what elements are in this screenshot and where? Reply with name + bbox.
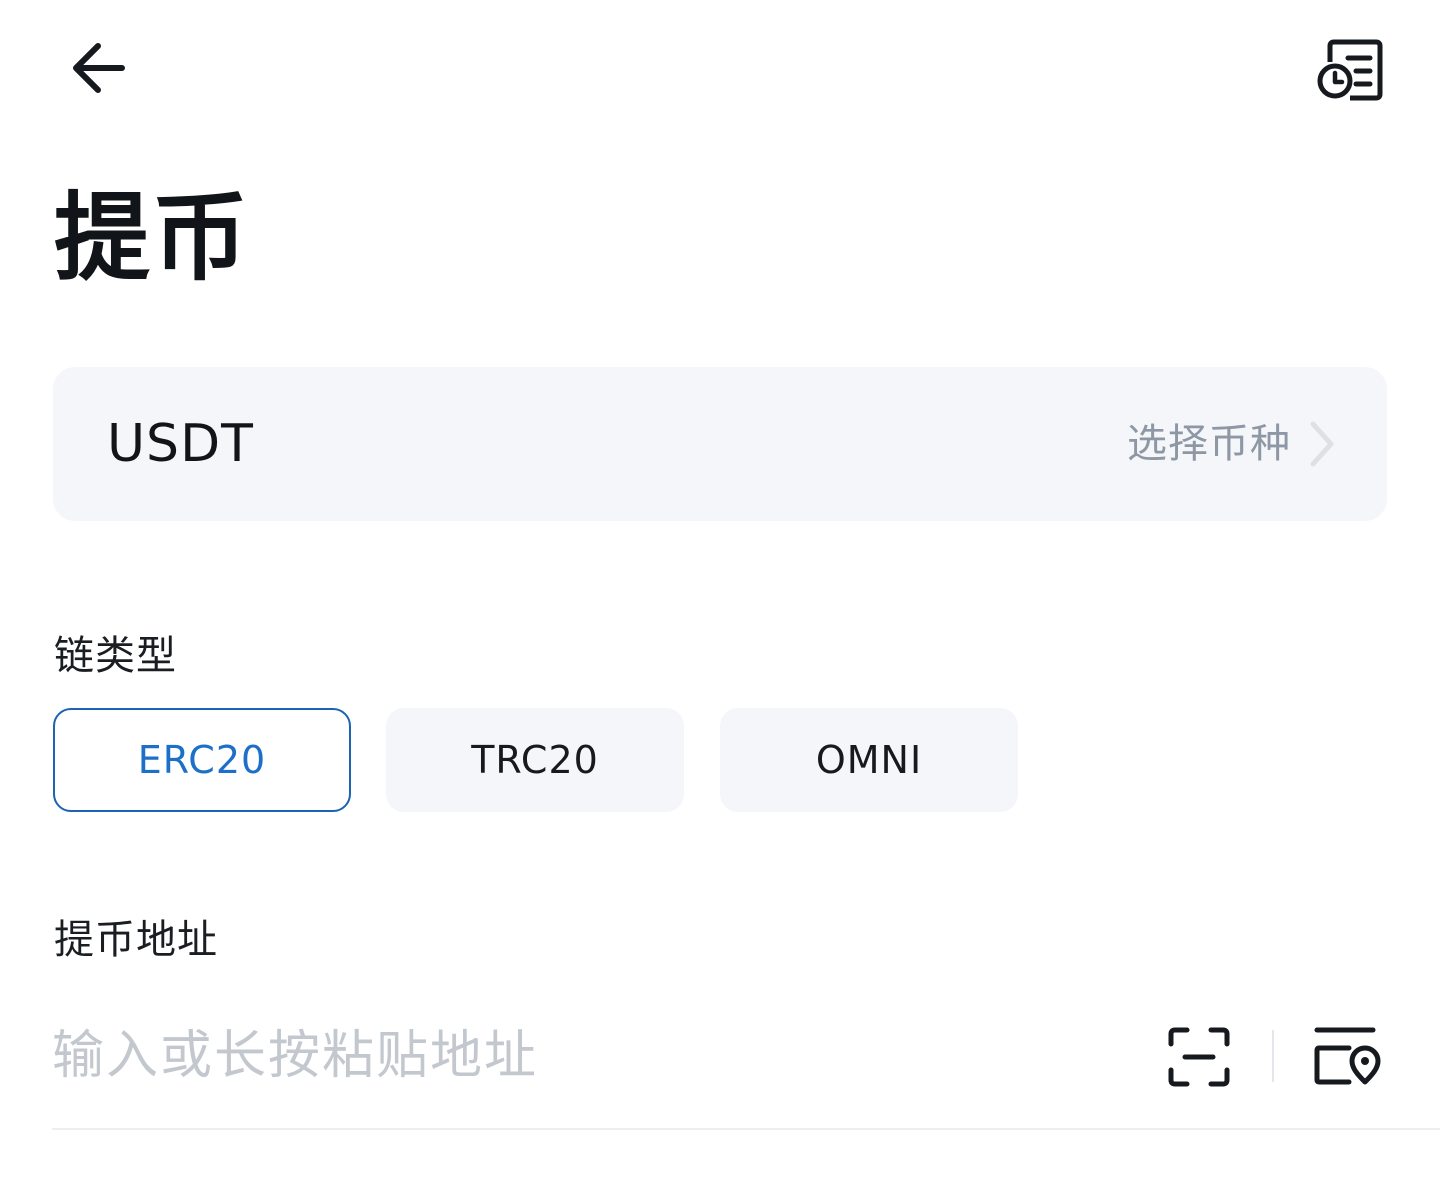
coin-selector[interactable]: USDT 选择币种 (53, 367, 1387, 521)
scan-qr-button[interactable] (1164, 1022, 1234, 1092)
scan-icon (1168, 1027, 1230, 1087)
selected-coin: USDT (107, 414, 254, 474)
withdraw-history-icon (1317, 39, 1383, 101)
back-button[interactable] (56, 26, 140, 110)
page-title: 提币 (54, 182, 250, 294)
address-book-button[interactable] (1308, 1020, 1384, 1092)
select-coin-hint: 选择币种 (1127, 421, 1291, 467)
chain-type-label: 链类型 (54, 633, 177, 679)
withdraw-history-button[interactable] (1304, 24, 1396, 116)
address-input-underline (52, 1128, 1440, 1130)
arrow-left-icon (73, 43, 125, 93)
withdraw-address-label: 提币地址 (54, 917, 218, 963)
chain-option-trc20[interactable]: TRC20 (386, 708, 684, 812)
icon-divider (1272, 1030, 1274, 1082)
address-book-icon (1314, 1027, 1381, 1085)
chain-option-erc20[interactable]: ERC20 (53, 708, 351, 812)
chevron-right-icon (1310, 421, 1334, 467)
chain-option-omni[interactable]: OMNI (720, 708, 1018, 812)
withdraw-address-input[interactable] (52, 1010, 1132, 1102)
